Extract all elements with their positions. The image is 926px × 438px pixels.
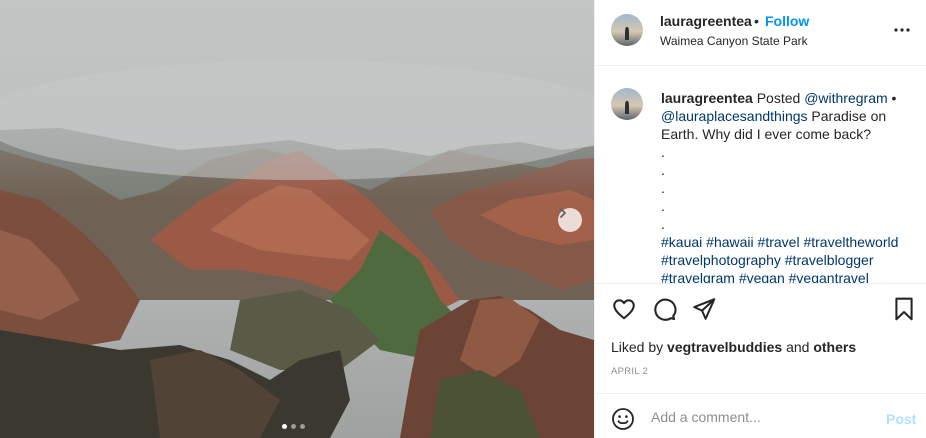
caption-dot: . <box>661 144 665 160</box>
post-comment-button[interactable]: Post <box>886 411 916 427</box>
chevron-right-icon <box>560 208 566 218</box>
liked-by-and: and <box>782 339 814 355</box>
caption-dot: . <box>661 216 665 232</box>
carousel-dot-1 <box>282 424 287 429</box>
hashtag-link[interactable]: #kauai <box>661 234 702 250</box>
comment-icon[interactable] <box>651 296 677 322</box>
hashtag-link[interactable]: #travel <box>758 234 800 250</box>
caption-text-posted: Posted <box>752 90 805 106</box>
hashtag-link[interactable]: #hawaii <box>706 234 753 250</box>
post-date[interactable]: APRIL 2 <box>611 366 648 377</box>
hashtag-link[interactable]: #travelblogger <box>785 252 874 268</box>
caption-dot: . <box>661 198 665 214</box>
caption-username[interactable]: lauragreentea <box>661 90 753 106</box>
header-separator: • <box>754 13 759 29</box>
action-bar <box>595 296 926 324</box>
mention-link[interactable]: @lauraplacesandthings <box>661 108 808 124</box>
comment-bar: Post <box>595 393 926 438</box>
post-photo[interactable] <box>0 0 594 438</box>
emoji-icon[interactable] <box>611 407 635 431</box>
next-slide-button[interactable] <box>558 208 582 232</box>
caption-dot: . <box>661 180 665 196</box>
post-header: lauragreentea • Follow Waimea Canyon Sta… <box>595 0 926 66</box>
share-icon[interactable] <box>691 296 717 322</box>
hashtag-link[interactable]: #vegantravel <box>789 270 869 283</box>
carousel-indicator <box>282 424 305 429</box>
carousel-dot-3 <box>300 424 305 429</box>
caption-avatar[interactable] <box>611 88 643 120</box>
post-side-panel: lauragreentea • Follow Waimea Canyon Sta… <box>594 0 926 438</box>
mention-link[interactable]: @withregram <box>804 90 887 106</box>
caption-bullet: • <box>887 90 897 106</box>
canyon-landscape-image <box>0 0 594 438</box>
hashtag-link[interactable]: #travelgram <box>661 270 735 283</box>
caption-section: lauragreentea Posted @withregram • @laur… <box>595 66 926 284</box>
hashtag-link[interactable]: #vegan <box>739 270 785 283</box>
hashtag-link[interactable]: #traveltheworld <box>803 234 898 250</box>
liked-by-prefix: Liked by <box>611 339 668 355</box>
more-horizontal-icon[interactable] <box>893 24 911 36</box>
bookmark-icon[interactable] <box>891 296 917 322</box>
hashtag-link[interactable]: #travelphotography <box>661 252 781 268</box>
location-link[interactable]: Waimea Canyon State Park <box>660 34 808 48</box>
caption-dot: . <box>661 162 665 178</box>
heart-icon[interactable] <box>611 296 637 322</box>
avatar[interactable] <box>611 14 643 46</box>
liked-by-others[interactable]: others <box>813 339 856 355</box>
carousel-dot-2 <box>291 424 296 429</box>
liked-by-user[interactable]: vegtravelbuddies <box>667 339 782 355</box>
likes-summary: Liked by vegtravelbuddies and others <box>611 339 856 355</box>
comment-input[interactable] <box>651 406 871 428</box>
follow-button[interactable]: Follow <box>765 13 809 29</box>
post-caption: lauragreentea Posted @withregram • @laur… <box>661 89 913 283</box>
author-username[interactable]: lauragreentea <box>660 13 752 29</box>
